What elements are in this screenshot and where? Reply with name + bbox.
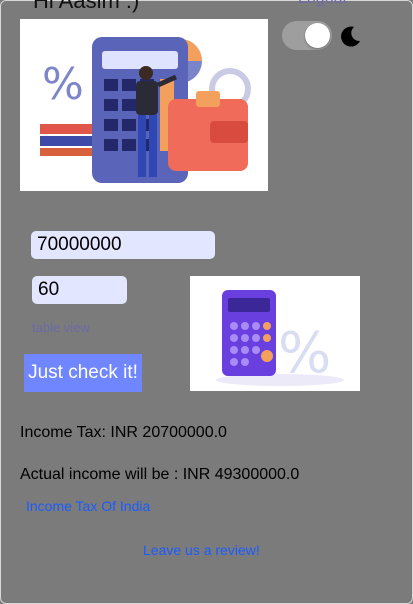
calculator-percent-image: %	[190, 276, 360, 391]
greeting-text: Hi Aasim :)	[33, 0, 140, 13]
check-button[interactable]: Just check it!	[24, 354, 142, 392]
income-input[interactable]	[31, 231, 215, 259]
calculator-illustration: %	[20, 19, 268, 191]
income-tax-result: Income Tax: INR 20700000.0	[20, 424, 227, 441]
tax-rate-input[interactable]	[32, 276, 127, 304]
actual-income-result: Actual income will be : INR 49300000.0	[20, 466, 300, 483]
toggle-knob[interactable]	[305, 23, 330, 48]
calculator-percent-illustration: %	[190, 276, 360, 391]
theme-toggle[interactable]	[282, 21, 332, 50]
svg-text:%: %	[278, 321, 331, 386]
income-tax-india-link[interactable]: Income Tax Of India	[26, 498, 150, 514]
table-view-link[interactable]: table view	[32, 320, 90, 335]
review-link[interactable]: Leave us a review!	[143, 542, 260, 558]
moon-icon	[341, 26, 360, 47]
logout-link[interactable]: Logout	[298, 0, 347, 8]
hero-calculator-image: %	[20, 19, 268, 191]
svg-text:%: %	[42, 59, 84, 110]
